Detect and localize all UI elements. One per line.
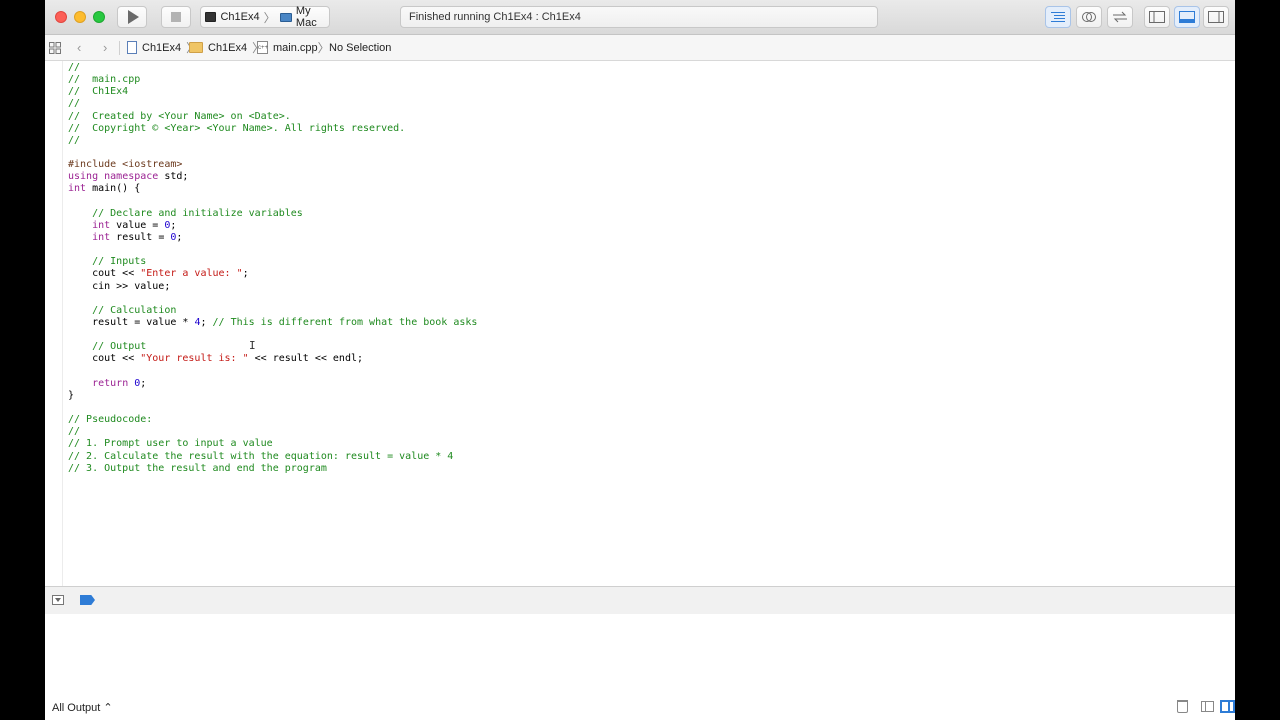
code-line[interactable]: ​	[68, 244, 477, 256]
version-editor-button[interactable]	[1107, 6, 1133, 28]
code-line[interactable]: // main.cpp	[68, 74, 477, 86]
code-line[interactable]: // 2. Calculate the result with the equa…	[68, 451, 477, 463]
code-line[interactable]: // 1. Prompt user to input a value	[68, 438, 477, 450]
code-line[interactable]: ​	[68, 147, 477, 159]
code-line[interactable]: using namespace std;	[68, 171, 477, 183]
breadcrumb-symbol[interactable]: No Selection	[329, 40, 391, 55]
close-window-button[interactable]	[55, 11, 67, 23]
code-line[interactable]: int value = 0;	[68, 220, 477, 232]
chevron-right-icon: 〉	[317, 41, 330, 55]
minimize-window-button[interactable]	[74, 11, 86, 23]
code-line[interactable]: cout << "Enter a value: ";	[68, 268, 477, 280]
code-line[interactable]: ​	[68, 402, 477, 414]
variables-view-icon[interactable]	[1201, 701, 1214, 712]
zoom-window-button[interactable]	[93, 11, 105, 23]
run-button[interactable]	[117, 6, 147, 28]
code-line[interactable]: cin >> value;	[68, 281, 477, 293]
editor-standard-icon	[1051, 12, 1065, 22]
code-line[interactable]: return 0;	[68, 378, 477, 390]
project-file-icon	[127, 41, 137, 54]
code-line[interactable]: // Pseudocode:	[68, 414, 477, 426]
navigator-toggle-button[interactable]	[1144, 6, 1170, 28]
editor-assistant-icon	[1082, 12, 1096, 22]
related-items-button[interactable]	[49, 40, 61, 55]
code-line[interactable]: // Calculation	[68, 305, 477, 317]
back-icon: ‹	[77, 40, 82, 55]
toolbar: Ch1Ex4 〉 My Mac Finished running Ch1Ex4 …	[45, 0, 1235, 35]
debug-toggle-icon	[1179, 11, 1195, 23]
editor-gutter[interactable]	[45, 61, 63, 586]
code-line[interactable]: result = value * 4; // This is different…	[68, 317, 477, 329]
activity-status-text: Finished running Ch1Ex4 : Ch1Ex4	[409, 11, 581, 23]
code-line[interactable]: ​	[68, 366, 477, 378]
scheme-selector[interactable]: Ch1Ex4 〉 My Mac	[200, 5, 330, 29]
code-line[interactable]: // Ch1Ex4	[68, 86, 477, 98]
code-line[interactable]: // 3. Output the result and end the prog…	[68, 463, 477, 475]
stop-icon	[171, 12, 181, 22]
related-items-icon	[49, 41, 61, 54]
breakpoints-toggle-button[interactable]	[80, 595, 95, 605]
code-line[interactable]: int result = 0;	[68, 232, 477, 244]
debug-bar	[45, 586, 1235, 615]
code-line[interactable]: cout << "Your result is: " << result << …	[68, 353, 477, 365]
standard-editor-button[interactable]	[1045, 6, 1071, 28]
terminal-icon	[205, 12, 217, 22]
utilities-toggle-button[interactable]	[1203, 6, 1229, 28]
code-line[interactable]: ​	[68, 196, 477, 208]
jumpbar-divider	[119, 41, 120, 55]
editor-version-icon	[1113, 11, 1127, 23]
code-line[interactable]: #include <iostream>	[68, 159, 477, 171]
scheme-device-label: My Mac	[295, 5, 317, 29]
console-area[interactable]: All Output ⌃	[45, 614, 1235, 720]
code-line[interactable]: ​	[68, 329, 477, 341]
navigator-toggle-icon	[1149, 11, 1165, 23]
cpp-file-icon: c++	[257, 41, 268, 54]
chevron-right-icon: 〉	[263, 10, 276, 25]
breadcrumb-group-label: Ch1Ex4	[208, 41, 248, 54]
breadcrumb-symbol-label: No Selection	[329, 41, 392, 54]
code-line[interactable]: // Declare and initialize variables	[68, 208, 477, 220]
code-line[interactable]: // Created by <Your Name> on <Date>.	[68, 111, 477, 123]
console-view-icon[interactable]	[1220, 700, 1235, 713]
code-line[interactable]: }	[68, 390, 477, 402]
activity-status-bar: Finished running Ch1Ex4 : Ch1Ex4	[400, 6, 878, 28]
source-editor[interactable]: //// main.cpp// Ch1Ex4//// Created by <Y…	[45, 61, 1235, 586]
forward-button[interactable]: ›	[103, 40, 107, 55]
folder-icon	[189, 42, 203, 53]
code-line[interactable]: // Copyright © <Year> <Your Name>. All r…	[68, 123, 477, 135]
output-filter-select[interactable]: All Output ⌃	[52, 701, 113, 714]
mac-icon	[279, 12, 292, 22]
debug-area-toggle-button[interactable]	[1174, 6, 1200, 28]
stop-button[interactable]	[161, 6, 191, 28]
code-text[interactable]: //// main.cpp// Ch1Ex4//// Created by <Y…	[68, 62, 477, 475]
code-line[interactable]: int main() {	[68, 183, 477, 195]
assistant-editor-button[interactable]	[1076, 6, 1102, 28]
scheme-target-label: Ch1Ex4	[220, 11, 260, 23]
code-line[interactable]: // Output	[68, 341, 477, 353]
code-line[interactable]: ​	[68, 293, 477, 305]
breadcrumb-file[interactable]: c++ main.cpp 〉	[257, 40, 334, 55]
trash-icon[interactable]	[1177, 700, 1188, 713]
code-line[interactable]: //	[68, 98, 477, 110]
hide-debug-area-button[interactable]	[52, 595, 64, 605]
code-line[interactable]: //	[68, 426, 477, 438]
code-line[interactable]: //	[68, 62, 477, 74]
utilities-toggle-icon	[1208, 11, 1224, 23]
forward-icon: ›	[103, 40, 108, 55]
jump-bar: ‹ › Ch1Ex4 〉 Ch1Ex4 〉 c++ main.cpp 〉 No …	[45, 35, 1235, 61]
code-line[interactable]: // Inputs	[68, 256, 477, 268]
hide-debug-icon	[55, 598, 61, 602]
back-button[interactable]: ‹	[77, 40, 81, 55]
breadcrumb-file-label: main.cpp	[273, 41, 318, 54]
play-icon	[128, 10, 139, 24]
code-line[interactable]: //	[68, 135, 477, 147]
breadcrumb-project-label: Ch1Ex4	[142, 41, 182, 54]
xcode-window: Ch1Ex4 〉 My Mac Finished running Ch1Ex4 …	[45, 0, 1235, 720]
text-cursor: I	[249, 339, 256, 352]
